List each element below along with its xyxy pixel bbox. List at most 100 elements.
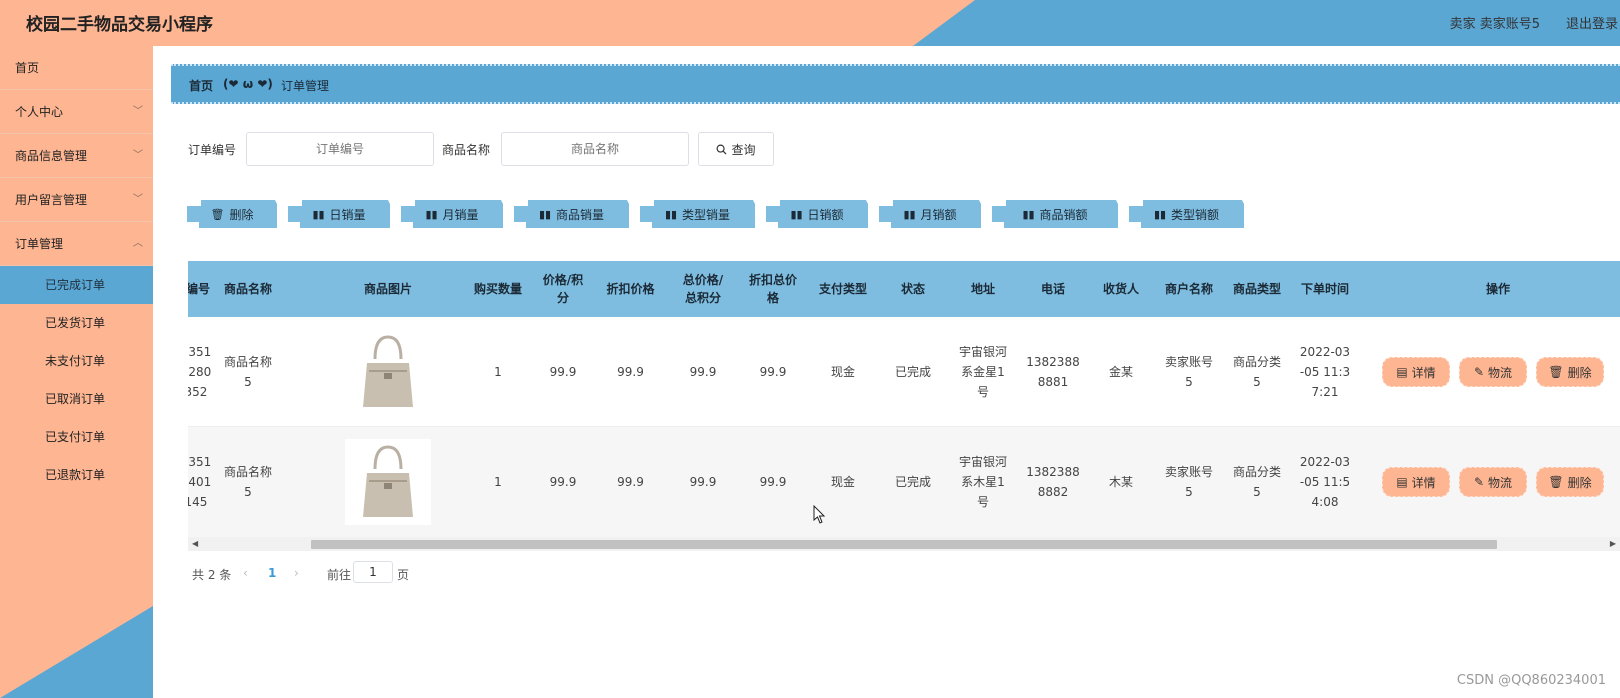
- cell-order-time: 2022-03 -05 11:5 4:08: [1299, 455, 1351, 509]
- batch-delete-button[interactable]: 🗑 删除: [187, 200, 277, 228]
- th-quantity: 购买数量: [473, 282, 522, 296]
- sidebar-subitem-cancelled-orders[interactable]: 已取消订单: [0, 380, 153, 418]
- chevron-down-icon: ﹀: [133, 106, 143, 117]
- cell-price: 99.9: [549, 365, 577, 379]
- cell-discount-total: 99.9: [759, 365, 787, 379]
- th-product-image: 商品图片: [363, 282, 412, 296]
- handbag-icon: [363, 445, 413, 517]
- cell-quantity: 1: [494, 475, 502, 489]
- cell-total: 99.9: [689, 365, 717, 379]
- sidebar-corner-decoration: [0, 606, 153, 698]
- sidebar-subitem-completed-orders[interactable]: 已完成订单: [0, 266, 153, 304]
- daily-sales-volume-button[interactable]: ▮▮ 日销量: [288, 200, 390, 228]
- bar-chart-icon: ▮▮: [312, 207, 325, 221]
- scrollbar-thumb[interactable]: [311, 540, 1497, 549]
- daily-sales-amount-button[interactable]: ▮▮ 日销额: [766, 200, 868, 228]
- th-discount-price: 折扣价格: [606, 282, 655, 296]
- cell-product-name: 商品名称 5: [223, 355, 272, 389]
- edit-icon: ✎: [1473, 475, 1485, 489]
- bar-chart-icon: ▮▮: [1153, 207, 1167, 221]
- th-product-name: 商品名称: [223, 282, 272, 296]
- bar-chart-icon: ▮▮: [790, 207, 803, 221]
- cell-id: 2351 9401 145: [188, 455, 212, 509]
- cell-address: 宇宙银河 系木星1 号: [958, 455, 1007, 509]
- monthly-sales-volume-button[interactable]: ▮▮ 月销量: [401, 200, 503, 228]
- cell-merchant: 卖家账号 5: [1164, 355, 1213, 389]
- scroll-right-icon[interactable]: ▶: [1610, 537, 1616, 551]
- logout-link[interactable]: 退出登录: [1566, 13, 1618, 32]
- sidebar-subitem-paid-orders[interactable]: 已支付订单: [0, 418, 153, 456]
- th-order-time: 下单时间: [1300, 282, 1349, 296]
- trash-icon: 🗑: [210, 207, 225, 221]
- sidebar-item-user-messages[interactable]: 用户留言管理 ﹀: [0, 178, 153, 222]
- page-number[interactable]: 1: [268, 566, 276, 580]
- trash-icon: 🗑: [1548, 365, 1564, 379]
- query-button[interactable]: 查询: [698, 132, 774, 166]
- product-name-input[interactable]: [501, 132, 689, 166]
- header-salmon-band: [0, 0, 975, 46]
- th-product-type: 商品类型: [1232, 282, 1281, 296]
- breadcrumb-home[interactable]: 首页: [189, 77, 213, 94]
- sidebar-subitem-shipped-orders[interactable]: 已发货订单: [0, 304, 153, 342]
- delete-button[interactable]: 🗑 删除: [1536, 357, 1604, 387]
- page-jump-input[interactable]: 1: [353, 561, 393, 583]
- scroll-left-icon[interactable]: ◀: [192, 537, 198, 551]
- document-icon: ▤: [1396, 475, 1408, 489]
- cell-order-time: 2022-03 -05 11:3 7:21: [1299, 345, 1351, 399]
- current-user: 卖家 卖家账号5: [1449, 17, 1540, 32]
- th-status: 状态: [900, 282, 925, 296]
- cell-product-type: 商品分类 5: [1232, 465, 1281, 499]
- sidebar-item-home[interactable]: 首页: [0, 46, 153, 90]
- sidebar-item-product-info[interactable]: 商品信息管理 ﹀: [0, 134, 153, 178]
- th-address: 地址: [970, 282, 995, 296]
- cell-receiver: 金某: [1108, 365, 1133, 379]
- horizontal-scrollbar[interactable]: ◀ ▶: [188, 537, 1620, 551]
- detail-button[interactable]: ▤ 详情: [1382, 467, 1450, 497]
- cell-status: 已完成: [894, 475, 931, 489]
- breadcrumb: 首页 (❤ ω ❤) 订单管理: [171, 64, 1620, 104]
- th-phone: 电话: [1040, 282, 1065, 296]
- prev-page-icon[interactable]: ‹: [243, 566, 248, 580]
- sidebar-item-order-management[interactable]: 订单管理 ︿: [0, 222, 153, 266]
- order-number-label: 订单编号: [188, 143, 237, 157]
- th-total: 总价格/ 总积分: [682, 273, 724, 305]
- cell-quantity: 1: [494, 365, 502, 379]
- next-page-icon[interactable]: ›: [294, 566, 299, 580]
- pagination-total: 共 2 条: [192, 568, 232, 582]
- th-merchant: 商户名称: [1164, 282, 1213, 296]
- product-sales-amount-button[interactable]: ▮▮ 商品销额: [992, 200, 1118, 228]
- orders-table: 编号 商品名称 商品图片 购买数量 价格/积 分 折扣价格 总价格/ 总积分 折…: [188, 261, 1620, 551]
- th-operations: 操作: [1485, 282, 1510, 296]
- type-sales-amount-button[interactable]: ▮▮ 类型销额: [1129, 200, 1244, 228]
- logistics-button[interactable]: ✎ 物流: [1459, 467, 1527, 497]
- product-sales-volume-button[interactable]: ▮▮ 商品销量: [514, 200, 629, 228]
- sidebar-subitem-unpaid-orders[interactable]: 未支付订单: [0, 342, 153, 380]
- sidebar-item-personal-center[interactable]: 个人中心 ﹀: [0, 90, 153, 134]
- chevron-down-icon: ﹀: [133, 150, 143, 161]
- th-receiver: 收货人: [1102, 282, 1139, 296]
- app-title: 校园二手物品交易小程序: [26, 15, 213, 35]
- monthly-sales-amount-button[interactable]: ▮▮ 月销额: [879, 200, 981, 228]
- detail-button[interactable]: ▤ 详情: [1382, 357, 1450, 387]
- cell-merchant: 卖家账号 5: [1164, 465, 1213, 499]
- table-row: 2351 9401 145 商品名称 5 1 99.9 99.9 99.9 99…: [188, 427, 1620, 537]
- sidebar-subitem-refunded-orders[interactable]: 已退款订单: [0, 456, 153, 494]
- cell-receiver: 木某: [1108, 475, 1133, 489]
- delete-button[interactable]: 🗑 删除: [1536, 467, 1604, 497]
- table-row: 2351 2280 352 商品名称 5 1 99.9 99.9 99.9 99…: [188, 317, 1620, 427]
- order-number-input[interactable]: [246, 132, 434, 166]
- page-unit-label: 页: [397, 568, 410, 582]
- goto-label: 前往: [327, 568, 352, 582]
- cell-product-image: [328, 427, 448, 537]
- cell-address: 宇宙银河 系金星1 号: [958, 345, 1007, 399]
- cell-payment-type: 现金: [830, 365, 855, 379]
- product-name-label: 商品名称: [442, 143, 491, 157]
- th-discount-total: 折扣总价 格: [748, 273, 797, 305]
- cell-discount-price: 99.9: [617, 365, 644, 379]
- logistics-button[interactable]: ✎ 物流: [1459, 357, 1527, 387]
- bar-chart-icon: ▮▮: [664, 207, 678, 221]
- edit-icon: ✎: [1473, 365, 1485, 379]
- th-payment-type: 支付类型: [818, 282, 867, 296]
- type-sales-volume-button[interactable]: ▮▮ 类型销量: [640, 200, 755, 228]
- trash-icon: 🗑: [1548, 475, 1564, 489]
